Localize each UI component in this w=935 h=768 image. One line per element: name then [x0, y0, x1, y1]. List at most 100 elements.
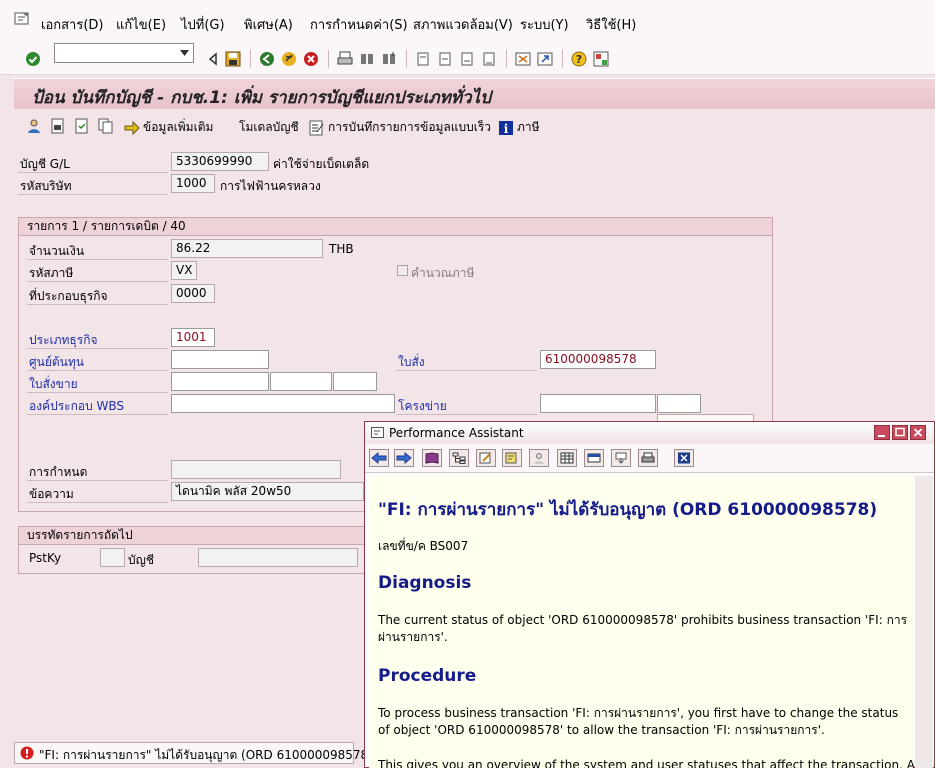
back-icon[interactable]: [258, 50, 276, 68]
calc-tax-checkbox[interactable]: [397, 265, 408, 276]
status-message: "FI: การผ่านรายการ" ไม่ได้รับอนุญาต (ORD…: [39, 748, 373, 762]
pa-close-button[interactable]: [674, 449, 694, 467]
print-icon[interactable]: [336, 50, 354, 68]
additional-data-label: ข้อมูลเพิ่มเติม: [143, 120, 214, 134]
account-model-button[interactable]: โมเดลบัญชี: [239, 118, 299, 137]
pa-heading: "FI: การผ่านรายการ" ไม่ได้รับอนุญาต (ORD…: [378, 500, 878, 520]
close-button[interactable]: [910, 425, 926, 440]
hold-document-icon[interactable]: [50, 118, 66, 134]
find-next-icon[interactable]: [380, 50, 398, 68]
pa-structure-button[interactable]: [449, 449, 469, 467]
hierarchy-icon: [452, 452, 466, 464]
sales-order-item-field[interactable]: [270, 372, 332, 391]
download-icon: [615, 452, 627, 464]
pa-user-button[interactable]: [529, 449, 549, 467]
menu-settings[interactable]: การกำหนดค่า(S): [310, 14, 408, 35]
business-area-field[interactable]: 0000: [171, 284, 215, 303]
pa-bookmark-button[interactable]: [584, 449, 604, 467]
screen-title-bar: ป้อน บันทึกบัญชี - กบช.1: เพิ่ม รายการบั…: [14, 78, 935, 109]
help-icon[interactable]: ?: [570, 50, 588, 68]
text-field[interactable]: ไดนามิค พลัส 20w50: [171, 482, 364, 501]
page-title: ป้อน บันทึกบัญชี - กบช.1: เพิ่ม รายการบั…: [32, 88, 491, 108]
additional-data-button[interactable]: ข้อมูลเพิ่มเติม: [124, 118, 213, 137]
status-bar[interactable]: "FI: การผ่านรายการ" ไม่ได้รับอนุญาต (ORD…: [14, 742, 373, 764]
pa-print-button[interactable]: [638, 449, 658, 467]
shortcut-icon[interactable]: [536, 50, 554, 68]
pa-technical-info-button[interactable]: [422, 449, 442, 467]
cost-center-field[interactable]: [171, 350, 269, 369]
menu-document[interactable]: เอกสาร(D): [41, 14, 104, 35]
copy-document-icon[interactable]: [98, 118, 114, 134]
notes-icon: [505, 452, 517, 464]
user-icon: [534, 453, 544, 464]
fast-entry-button[interactable]: การบันทึกรายการข้อมูลแบบเร็ว: [309, 118, 491, 137]
pa-notes-button[interactable]: [502, 449, 522, 467]
assignment-field[interactable]: [171, 460, 341, 479]
simulate-icon[interactable]: [74, 118, 90, 134]
first-page-icon[interactable]: [414, 50, 432, 68]
window-menu-icon[interactable]: [14, 12, 30, 26]
display-user-icon[interactable]: [26, 118, 42, 134]
taxes-button[interactable]: i ภาษี: [498, 118, 540, 137]
network-activity-field[interactable]: [657, 394, 701, 413]
enter-icon[interactable]: [24, 50, 42, 68]
previous-page-icon[interactable]: [436, 50, 454, 68]
minimize-button[interactable]: [874, 425, 890, 440]
menu-environment[interactable]: สภาพแวดล้อม(V): [413, 14, 513, 35]
exit-icon[interactable]: [280, 50, 298, 68]
menu-edit[interactable]: แก้ไข(E): [116, 14, 166, 35]
pa-diagnosis-title: Diagnosis: [378, 573, 472, 593]
layout-menu-icon[interactable]: [592, 50, 610, 68]
next-page-icon[interactable]: [458, 50, 476, 68]
tax-code-field[interactable]: VX: [171, 261, 197, 280]
back-arrow-icon[interactable]: [204, 50, 222, 68]
business-type-field[interactable]: 1001: [171, 328, 215, 347]
save-icon[interactable]: [224, 50, 242, 68]
sales-order-field[interactable]: [171, 372, 269, 391]
pa-title-bar[interactable]: Performance Assistant: [365, 422, 934, 444]
network-field[interactable]: [540, 394, 656, 413]
pa-forward-button[interactable]: [394, 449, 414, 467]
pa-edit-button[interactable]: [476, 449, 496, 467]
gl-account-text: ค่าใช้จ่ายเบ็ดเตล็ด: [273, 157, 370, 171]
pstky-field[interactable]: [100, 548, 125, 567]
item-group-title: รายการ 1 / รายการเดบิต / 40: [19, 218, 772, 236]
wbs-element-field[interactable]: [171, 394, 395, 413]
company-code-field[interactable]: 1000: [171, 174, 215, 193]
application-toolbar: ข้อมูลเพิ่มเติม โมเดลบัญชี การบันทึกรายก…: [14, 110, 935, 140]
last-page-icon[interactable]: [480, 50, 498, 68]
create-session-icon[interactable]: [514, 50, 532, 68]
menu-help[interactable]: วิธีใช้(H): [586, 14, 636, 35]
pstky-label: PstKy: [29, 551, 62, 565]
print-icon: [641, 452, 655, 463]
sales-order-schedule-field[interactable]: [333, 372, 377, 391]
pa-table-button[interactable]: [557, 449, 577, 467]
error-icon: [20, 746, 34, 760]
pa-content: "FI: การผ่านรายการ" ไม่ได้รับอนุญาต (ORD…: [369, 476, 914, 768]
command-field[interactable]: [54, 43, 194, 63]
svg-text:?: ?: [576, 53, 582, 66]
pa-procedure-text: To process business transaction 'FI: การ…: [378, 706, 899, 737]
performance-assistant-window: Performance Assistant "FI: การผ่านรายการ…: [364, 421, 935, 768]
fast-entry-label: การบันทึกรายการข้อมูลแบบเร็ว: [328, 120, 492, 134]
find-icon[interactable]: [358, 50, 376, 68]
maximize-button[interactable]: [892, 425, 908, 440]
menu-goto[interactable]: ไปที่(G): [181, 14, 225, 35]
chevron-down-icon[interactable]: [180, 50, 189, 56]
menu-extras[interactable]: พิเศษ(A): [244, 14, 293, 35]
amount-field[interactable]: 86.22: [171, 239, 323, 258]
pa-download-button[interactable]: [611, 449, 631, 467]
pa-scrollbar[interactable]: [915, 476, 933, 768]
next-account-field[interactable]: [198, 548, 358, 567]
arrow-right-icon: [396, 452, 412, 464]
cancel-icon[interactable]: [302, 50, 320, 68]
arrow-left-icon: [371, 452, 387, 464]
menu-system[interactable]: ระบบ(Y): [520, 14, 569, 35]
pa-message-number: เลขที่ข/ค BS007: [378, 539, 469, 553]
order-field[interactable]: 610000098578: [540, 350, 656, 369]
gl-account-field[interactable]: 5330699990: [171, 152, 269, 171]
svg-text:i: i: [504, 122, 509, 136]
arrow-right-icon: [124, 120, 140, 135]
pa-back-button[interactable]: [369, 449, 389, 467]
pa-overview-text: This gives you an overview of the system…: [378, 758, 914, 768]
